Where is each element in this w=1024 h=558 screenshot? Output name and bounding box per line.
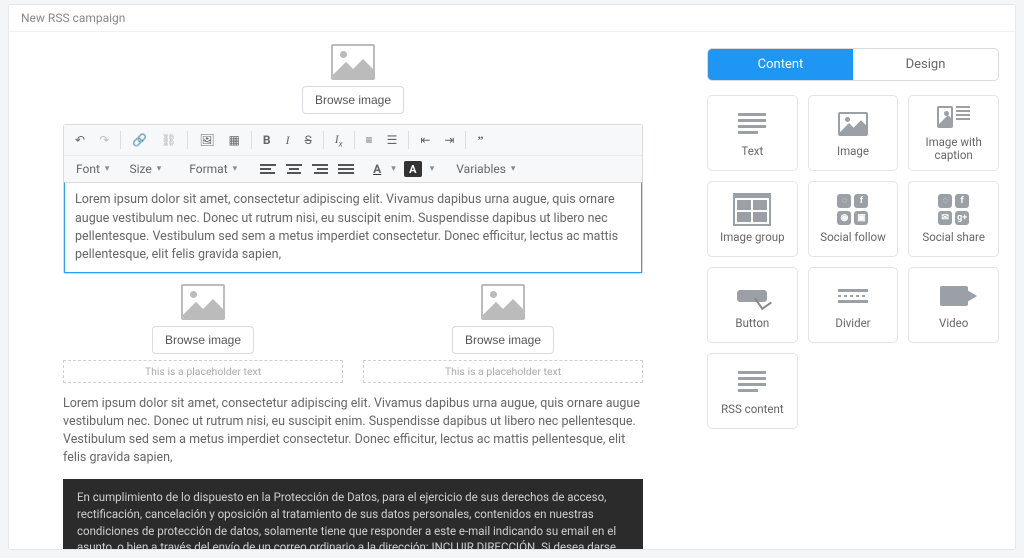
editor-toolbar-row2: Font▾ Size▾ Format▾ A▾ A▾ Variables▾	[64, 155, 642, 182]
image-column-left: Browse image This is a placeholder text	[63, 284, 343, 383]
page-title: New RSS campaign	[9, 5, 1015, 32]
legal-footer: En cumplimiento de lo dispuesto en la Pr…	[63, 479, 643, 549]
rss-icon	[735, 368, 769, 396]
align-center-icon[interactable]	[285, 161, 303, 177]
widget-social-share[interactable]: ◌f✉g+ Social share	[908, 181, 999, 257]
video-icon	[937, 282, 971, 310]
font-dropdown[interactable]: Font▾	[70, 160, 115, 178]
caption-placeholder[interactable]: This is a placeholder text	[363, 360, 643, 383]
editor-textarea[interactable]: Lorem ipsum dolor sit amet, consectetur …	[64, 182, 642, 273]
variables-dropdown[interactable]: Variables▾	[450, 160, 521, 178]
widget-image[interactable]: Image	[808, 95, 899, 171]
rich-text-editor: ↶ ↷ 🔗 ⛓ 🖼 ▦ B I S Ix	[63, 124, 643, 274]
sidebar-tabs: Content Design	[707, 48, 999, 81]
indent-icon[interactable]: ⇥	[439, 130, 459, 150]
image-caption-icon	[937, 106, 971, 129]
widget-text[interactable]: Text	[707, 95, 798, 171]
footer-text: En cumplimiento de lo dispuesto en la Pr…	[77, 490, 616, 549]
editor-body: Browse image ↶ ↷ 🔗 ⛓ 🖼 ▦ B	[9, 32, 1015, 549]
text-icon	[735, 110, 769, 138]
body-paragraph: Lorem ipsum dolor sit amet, consectetur …	[63, 393, 643, 474]
align-justify-icon[interactable]	[337, 161, 355, 177]
right-sidebar: Content Design Text Image	[697, 32, 1015, 549]
campaign-editor-window: New RSS campaign Browse image ↶ ↷	[8, 4, 1016, 550]
widget-image-caption[interactable]: Image with caption	[908, 95, 999, 171]
caption-placeholder[interactable]: This is a placeholder text	[63, 360, 343, 383]
table-icon[interactable]: ▦	[224, 130, 245, 150]
image-placeholder-icon	[181, 284, 225, 320]
outdent-icon[interactable]: ⇤	[415, 130, 435, 150]
tab-content[interactable]: Content	[708, 49, 853, 80]
widget-grid: Text Image Image with caption	[707, 95, 999, 429]
widget-rss[interactable]: RSS content	[707, 353, 798, 429]
numbered-list-icon[interactable]: ≡	[361, 130, 378, 150]
email-canvas-inner: Browse image ↶ ↷ 🔗 ⛓ 🖼 ▦ B	[63, 44, 643, 549]
image-column-right: Browse image This is a placeholder text	[363, 284, 643, 383]
image-icon[interactable]: 🖼	[194, 130, 219, 150]
tab-design[interactable]: Design	[853, 49, 998, 80]
widget-button[interactable]: Button	[707, 267, 798, 343]
browse-image-button[interactable]: Browse image	[152, 326, 254, 354]
editor-toolbar-row1: ↶ ↷ 🔗 ⛓ 🖼 ▦ B I S Ix	[64, 125, 642, 155]
size-dropdown[interactable]: Size▾	[123, 160, 167, 178]
hero-image-block: Browse image	[63, 44, 643, 114]
widget-image-group[interactable]: Image group	[707, 181, 798, 257]
browse-image-button[interactable]: Browse image	[302, 86, 404, 114]
format-dropdown[interactable]: Format▾	[183, 160, 243, 178]
image-icon	[836, 110, 870, 138]
align-left-icon[interactable]	[259, 161, 277, 177]
clear-format-icon[interactable]: Ix	[330, 129, 348, 151]
widget-social-follow[interactable]: ◌f◉▣ Social follow	[808, 181, 899, 257]
social-share-icon: ◌f✉g+	[937, 196, 971, 224]
image-placeholder-icon	[331, 44, 375, 80]
image-placeholder-icon	[481, 284, 525, 320]
image-columns: Browse image This is a placeholder text …	[63, 284, 643, 383]
image-group-icon	[735, 196, 769, 224]
button-icon	[735, 282, 769, 310]
text-color-icon[interactable]: A	[371, 162, 383, 176]
strike-icon[interactable]: S	[300, 130, 317, 150]
link-icon[interactable]: 🔗	[127, 130, 152, 150]
social-follow-icon: ◌f◉▣	[836, 196, 870, 224]
redo-icon[interactable]: ↷	[94, 130, 114, 150]
bold-icon[interactable]: B	[258, 130, 276, 150]
align-right-icon[interactable]	[311, 161, 329, 177]
blockquote-icon[interactable]: ”	[472, 130, 488, 151]
bullet-list-icon[interactable]: ☰	[382, 130, 403, 150]
bg-color-icon[interactable]: A	[404, 161, 422, 177]
undo-icon[interactable]: ↶	[70, 130, 90, 150]
divider-icon	[836, 282, 870, 310]
widget-divider[interactable]: Divider	[808, 267, 899, 343]
italic-icon[interactable]: I	[280, 130, 296, 151]
widget-video[interactable]: Video	[908, 267, 999, 343]
unlink-icon[interactable]: ⛓	[156, 130, 181, 150]
email-canvas: Browse image ↶ ↷ 🔗 ⛓ 🖼 ▦ B	[9, 32, 697, 549]
browse-image-button[interactable]: Browse image	[452, 326, 554, 354]
